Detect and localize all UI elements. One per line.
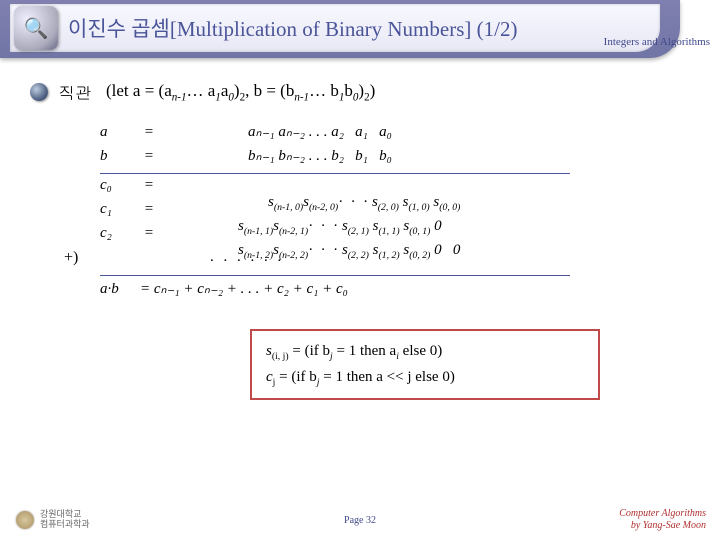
calculation-block: a = aₙ₋₁ aₙ₋₂ . . . a₂ a₁ a₀ b = bₙ₋₁ bₙ… [100,122,690,303]
let-definition: (let a = (an-1… a1a0)2, b = (bn-1… b1b0)… [106,81,375,103]
title-inner: 이진수 곱셈[Multiplication of Binary Numbers]… [10,4,660,52]
result-sum: = cₙ₋₁ + cₙ₋₂ + . . . + c₂ + c₁ + c₀ [140,279,690,298]
row-result: a·b = cₙ₋₁ + cₙ₋₂ + . . . + c₂ + c₁ + c₀ [100,279,690,303]
footer: 강원대학교컴퓨터과학과 Page 32 Computer Algorithms … [0,510,720,530]
b-expansion: bₙ₋₁ bₙ₋₂ . . . b₂ b₁ b₀ [158,146,690,165]
credit: Computer Algorithms by Yang-Sae Moon [619,508,706,532]
bullet-icon [30,83,48,101]
content: 직관 (let a = (an-1… a1a0)2, b = (bn-1… b1… [0,58,720,400]
row-c0: c₀ = s(n-1, 0)s(n-2, 0)· · · s(2, 0) s(1… [100,177,690,201]
page-number: Page 32 [344,515,376,526]
divider-1 [100,173,570,174]
formula-box: s(i, j) = (if bj = 1 then ai else 0) cj … [250,329,600,400]
course-label: Integers and Algorithms [604,36,710,48]
row-a: a = aₙ₋₁ aₙ₋₂ . . . a₂ a₁ a₀ [100,122,690,146]
intuition-label: 직관 [58,80,92,104]
formula-c: cj = (if bj = 1 then a << j else 0) [266,365,584,391]
page-title: 이진수 곱셈[Multiplication of Binary Numbers]… [68,13,517,43]
row-plus-dots: +) . . . . . . [100,249,690,273]
row-b: b = bₙ₋₁ bₙ₋₂ . . . b₂ b₁ b₀ [100,146,690,170]
row-c1: c₁ = s(n-1, 1)s(n-2, 1)· · · s(2, 1) s(1… [100,201,690,225]
title-icon: 🔍 [14,6,58,50]
title-bar: 이진수 곱셈[Multiplication of Binary Numbers]… [0,0,680,58]
plus-sign: +) [64,249,78,267]
university-name: 강원대학교컴퓨터과학과 [40,510,90,530]
a-expansion: aₙ₋₁ aₙ₋₂ . . . a₂ a₁ a₀ [158,122,690,141]
row-c2: c₂ = s(n-1, 2)s(n-2, 2)· · · s(2, 2) s(1… [100,225,690,249]
bullet-line: 직관 (let a = (an-1… a1a0)2, b = (bn-1… b1… [30,80,690,104]
university-logo-icon [16,511,34,529]
ellipsis-row: . . . . . . [100,249,284,266]
formula-s: s(i, j) = (if bj = 1 then ai else 0) [266,339,584,365]
